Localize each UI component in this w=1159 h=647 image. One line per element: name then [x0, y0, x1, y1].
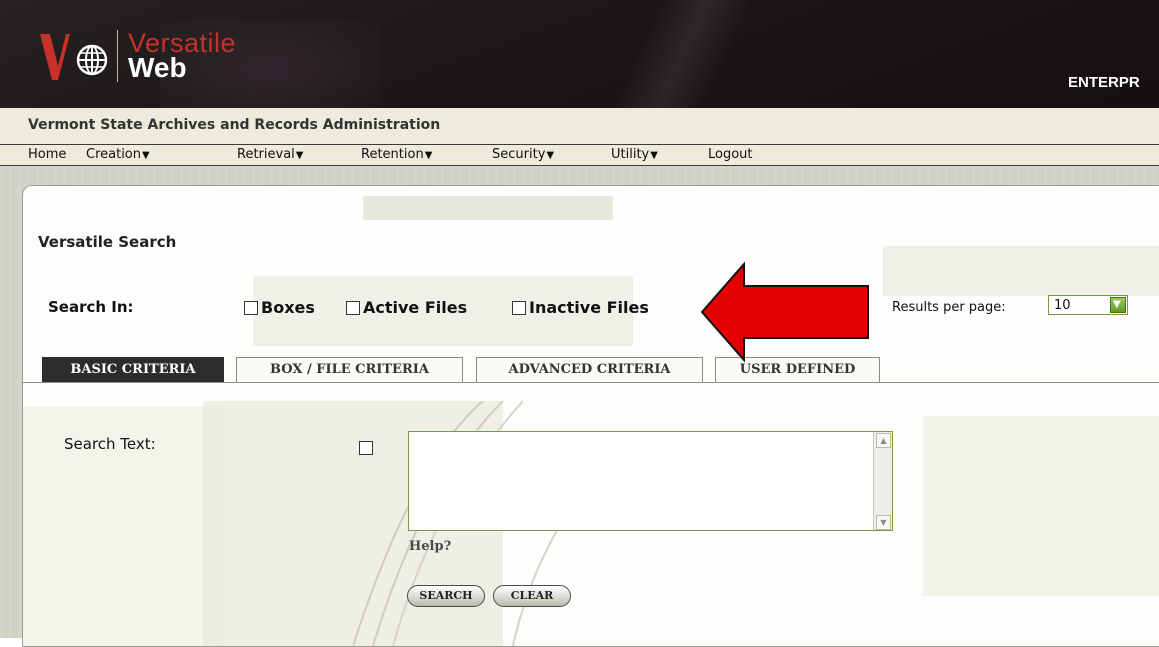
chevron-down-icon: ▼ [295, 150, 304, 161]
nav-logout[interactable]: Logout [708, 147, 753, 162]
nav-label: Logout [708, 147, 753, 162]
search-in-label: Search In: [48, 298, 134, 316]
help-link[interactable]: Help? [409, 539, 451, 554]
chevron-down-icon: ▼ [546, 150, 555, 161]
tab-basic-criteria[interactable]: BASIC CRITERIA [42, 357, 224, 382]
scope-active-files-label: Active Files [363, 298, 468, 317]
results-per-page-select[interactable]: 10 ▼ [1048, 295, 1128, 315]
chevron-down-icon: ▼ [650, 150, 658, 161]
scope-active-files-checkbox[interactable] [346, 301, 360, 315]
nav-retention[interactable]: Retention▼ [361, 147, 432, 162]
search-text-scrollbar[interactable]: ▲ ▼ [873, 432, 892, 530]
scope-boxes[interactable]: Boxes [244, 298, 315, 318]
nav-label: Retention [361, 147, 424, 162]
header-decoration [600, 0, 760, 108]
nav-creation[interactable]: Creation▼ [86, 147, 150, 162]
nav-security[interactable]: Security▼ [492, 147, 554, 162]
organization-title: Vermont State Archives and Records Admin… [28, 117, 441, 133]
brand-divider [117, 30, 118, 82]
nav-label: Security [492, 147, 546, 162]
main-nav: Home Creation▼ Retrieval▼ Retention▼ Sec… [0, 144, 1159, 166]
clear-button[interactable]: CLEAR [493, 585, 571, 607]
results-per-page-label: Results per page: [892, 300, 1006, 315]
nav-utility[interactable]: Utility▼ [611, 147, 658, 162]
tab-divider [22, 382, 1159, 383]
search-button[interactable]: SEARCH [407, 585, 485, 607]
scope-boxes-label: Boxes [261, 298, 315, 317]
chevron-glyph: ▼ [1113, 299, 1121, 310]
tab-advanced-criteria[interactable]: ADVANCED CRITERIA [476, 357, 703, 382]
scroll-up-arrow-icon[interactable]: ▲ [876, 433, 891, 448]
versatile-globe-logo-icon [40, 34, 108, 80]
search-form: Versatile Search Search In: Boxes Active… [22, 185, 1159, 645]
search-text-label: Search Text: [64, 435, 156, 453]
scroll-down-arrow-icon[interactable]: ▼ [876, 515, 891, 530]
nav-label: Retrieval [237, 147, 295, 162]
chevron-down-icon: ▼ [142, 150, 150, 161]
scope-inactive-files-label: Inactive Files [529, 298, 649, 317]
results-per-page-value: 10 [1054, 298, 1071, 313]
search-text-checkbox[interactable] [359, 441, 373, 455]
nav-retrieval[interactable]: Retrieval▼ [237, 147, 303, 162]
tab-box-file-criteria[interactable]: BOX / FILE CRITERIA [236, 357, 463, 382]
nav-label: Utility [611, 147, 650, 162]
scope-inactive-files-checkbox[interactable] [512, 301, 526, 315]
search-text-input[interactable]: ▲ ▼ [408, 431, 893, 531]
section-title: Versatile Search [38, 233, 177, 251]
scope-boxes-checkbox[interactable] [244, 301, 258, 315]
nav-home[interactable]: Home [28, 147, 66, 162]
scope-active-files[interactable]: Active Files [346, 298, 467, 318]
scope-inactive-files[interactable]: Inactive Files [512, 298, 649, 318]
chevron-down-icon: ▼ [424, 150, 433, 161]
red-left-arrow-annotation-icon [700, 262, 869, 362]
app-header: Versatile Web ENTERPR [0, 0, 1159, 108]
chevron-down-icon[interactable]: ▼ [1110, 297, 1126, 313]
edition-label: ENTERPR [1068, 74, 1140, 91]
nav-label: Home [28, 147, 67, 162]
brand-name-line2: Web [128, 52, 187, 83]
nav-label: Creation [86, 147, 142, 162]
